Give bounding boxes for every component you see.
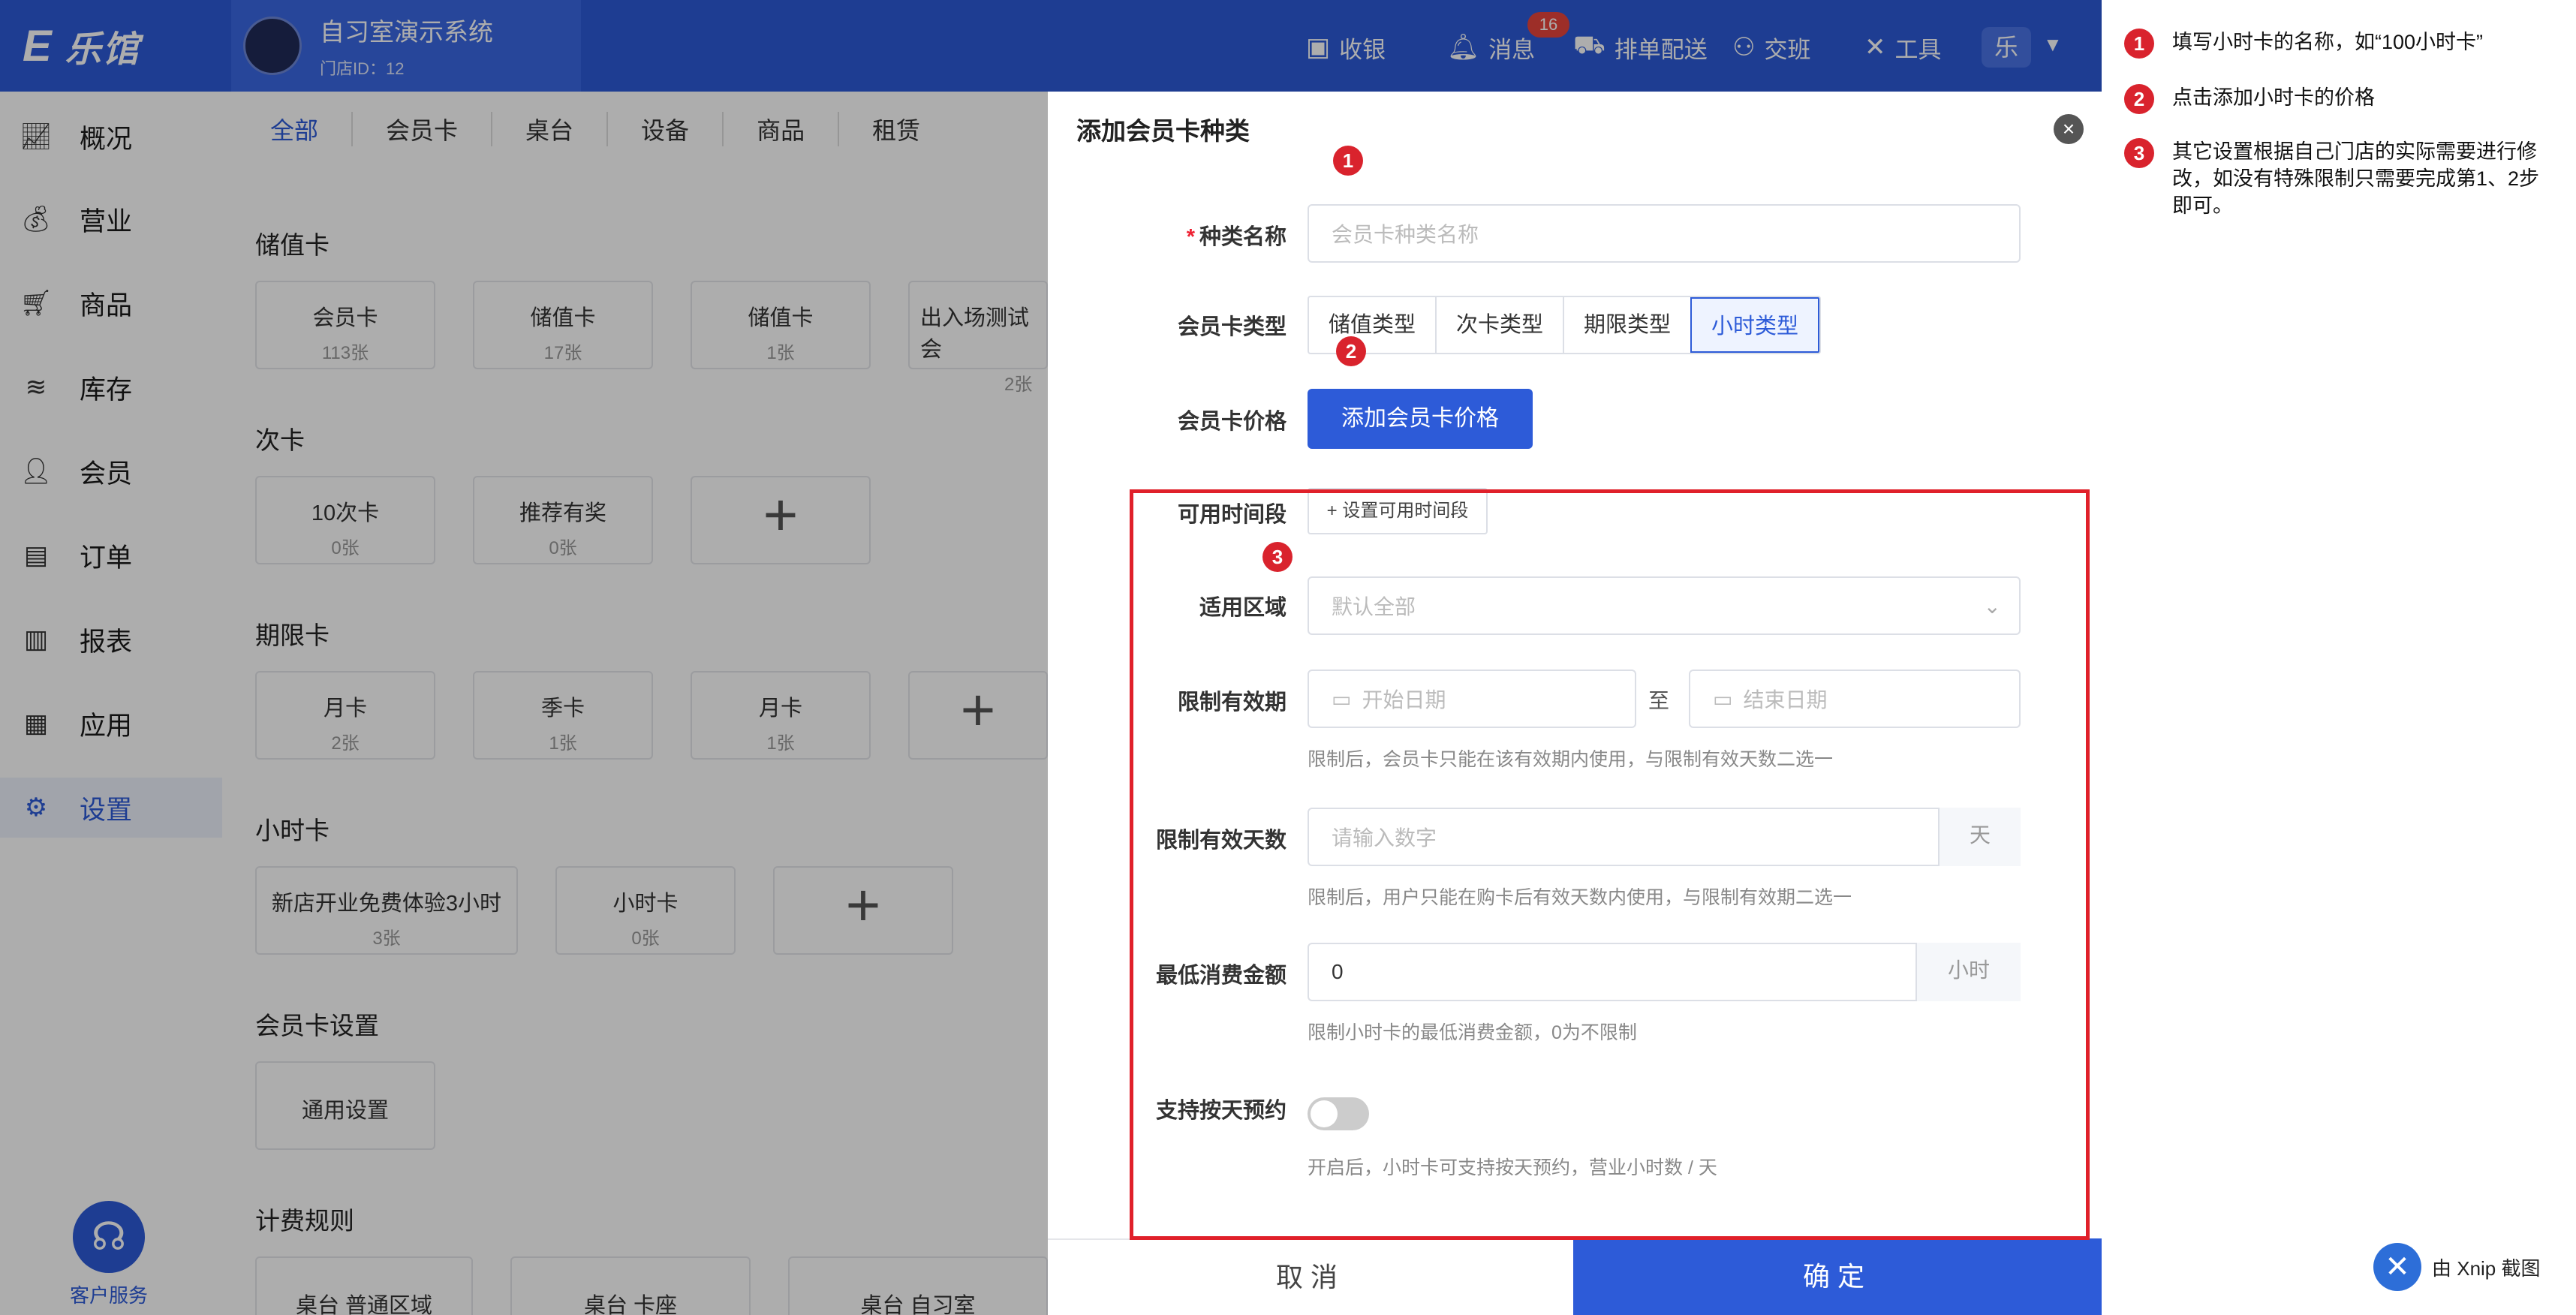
note-text: 其它设置根据自己门店的实际需要进行修改，如没有特殊限制只需要完成第1、2步即可。 bbox=[2172, 140, 2540, 217]
step-badge-2: 2 bbox=[2124, 84, 2154, 114]
highlight-step-1 bbox=[1148, 185, 2037, 278]
close-icon[interactable]: × bbox=[2054, 114, 2084, 144]
type-option-stored-value[interactable]: 储值类型 bbox=[1309, 297, 1435, 353]
xnip-credit: 由 Xnip 截图 bbox=[2432, 1256, 2541, 1280]
xnip-logo-icon: ✕ bbox=[2373, 1243, 2421, 1291]
tutorial-notes: 1 填写小时卡的名称，如“100小时卡” 2 点击添加小时卡的价格 3 其它设置… bbox=[2102, 0, 2576, 1315]
step-badge-1: 1 bbox=[1333, 146, 1363, 176]
step-badge-1: 1 bbox=[2124, 29, 2154, 59]
highlight-step-3 bbox=[1130, 489, 2090, 1240]
step-badge-3: 3 bbox=[1262, 542, 1293, 572]
drawer-title: 添加会员卡种类 bbox=[1076, 117, 1250, 145]
type-label: 会员卡类型 bbox=[1177, 315, 1286, 339]
note-step-2: 2 点击添加小时卡的价格 bbox=[2124, 84, 2559, 114]
note-text: 填写小时卡的名称，如“100小时卡” bbox=[2172, 31, 2484, 53]
xnip-watermark: ✕ 由 Xnip 截图 bbox=[2373, 1243, 2541, 1291]
app-window: E 乐馆 自习室演示系统 门店ID：12 ▣ 收银 🔔︎ 消息 16 ⛟ 排单配… bbox=[0, 0, 2102, 1315]
card-type-selector: 储值类型 次卡类型 期限类型 小时类型 bbox=[1308, 296, 1822, 354]
cancel-button[interactable]: 取消 bbox=[1048, 1238, 1573, 1315]
confirm-button[interactable]: 确定 bbox=[1573, 1238, 2102, 1315]
step-badge-3: 3 bbox=[2124, 138, 2154, 168]
type-option-period[interactable]: 期限类型 bbox=[1563, 297, 1690, 353]
note-step-1: 1 填写小时卡的名称，如“100小时卡” bbox=[2124, 29, 2559, 59]
note-text: 点击添加小时卡的价格 bbox=[2172, 86, 2375, 109]
step-badge-2: 2 bbox=[1336, 336, 1366, 366]
note-step-3: 3 其它设置根据自己门店的实际需要进行修改，如没有特殊限制只需要完成第1、2步即… bbox=[2124, 138, 2559, 219]
type-option-hourly[interactable]: 小时类型 bbox=[1690, 297, 1820, 353]
highlight-step-2 bbox=[1148, 374, 1573, 467]
type-option-times[interactable]: 次卡类型 bbox=[1435, 297, 1563, 353]
